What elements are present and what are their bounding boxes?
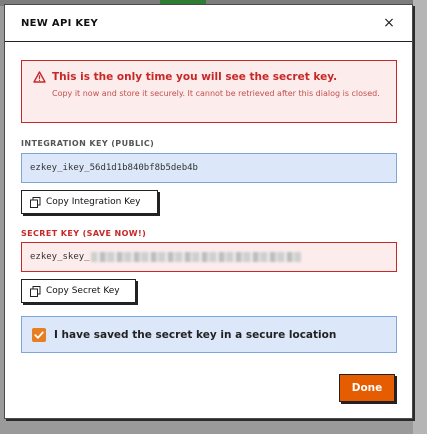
secret-key-label: SECRET KEY (SAVE NOW!)	[21, 229, 147, 238]
backdrop-side	[413, 0, 427, 434]
alert-title: This is the only time you will see the s…	[52, 71, 338, 83]
api-key-dialog: NEW API KEY × This is the only time you …	[4, 4, 413, 419]
integration-key-label: INTEGRATION KEY (PUBLIC)	[21, 139, 155, 148]
copy-integration-key-button[interactable]: Copy Integration Key	[21, 190, 158, 214]
saved-checkbox[interactable]	[32, 328, 46, 342]
dialog-header: NEW API KEY ×	[5, 5, 412, 42]
secret-key-field[interactable]: ezkey_skey_	[21, 242, 397, 272]
warning-alert: This is the only time you will see the s…	[21, 60, 397, 123]
saved-checkbox-label[interactable]: I have saved the secret key in a secure …	[54, 329, 336, 341]
integration-key-field[interactable]: ezkey_ikey_56d1d1b840bf8b5deb4b	[21, 153, 397, 183]
warning-icon	[33, 71, 46, 83]
secret-key-prefix: ezkey_skey_	[30, 252, 90, 262]
alert-body: Copy it now and store it securely. It ca…	[52, 89, 380, 98]
copy-secret-key-label: Copy Secret Key	[46, 286, 120, 296]
saved-confirmation: I have saved the secret key in a secure …	[21, 316, 397, 353]
copy-secret-key-button[interactable]: Copy Secret Key	[21, 279, 136, 303]
copy-icon	[30, 285, 41, 297]
secret-key-masked-value	[90, 251, 301, 262]
checkmark-icon	[34, 331, 44, 339]
close-icon[interactable]: ×	[380, 14, 398, 32]
copy-integration-key-label: Copy Integration Key	[46, 197, 141, 207]
done-button[interactable]: Done	[339, 374, 395, 402]
copy-icon	[30, 196, 41, 208]
dialog-title: NEW API KEY	[21, 18, 99, 29]
